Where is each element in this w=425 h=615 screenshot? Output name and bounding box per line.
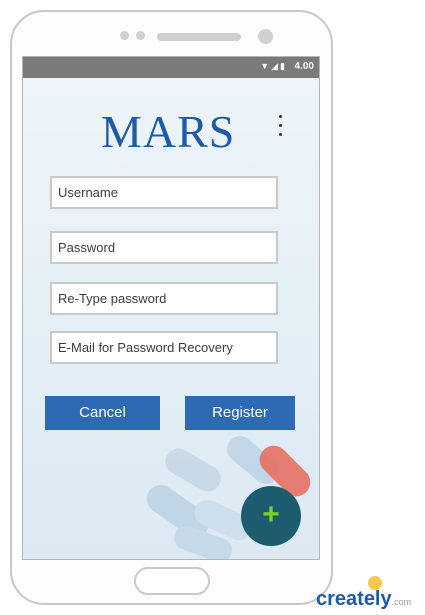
watermark-brand: creately xyxy=(316,588,392,610)
earpiece-speaker xyxy=(157,33,241,41)
front-camera-icon xyxy=(120,31,129,40)
app-screen: ▼◢▮ 4.00 MARS Cancel Register xyxy=(22,56,320,560)
add-fab-button[interactable]: + xyxy=(241,486,301,546)
creately-watermark: creately.com xyxy=(316,588,411,611)
proximity-sensor-icon xyxy=(136,31,145,40)
retype-password-input[interactable] xyxy=(50,282,278,315)
overflow-menu-icon[interactable] xyxy=(275,115,285,145)
status-bar: ▼◢▮ 4.00 xyxy=(23,57,319,78)
watermark-suffix: .com xyxy=(391,597,412,607)
status-icons: ▼◢▮ xyxy=(260,61,287,71)
password-input[interactable] xyxy=(50,231,278,264)
plus-icon: + xyxy=(262,498,280,531)
username-input[interactable] xyxy=(50,176,278,209)
status-time: 4.00 xyxy=(294,61,314,72)
home-button[interactable] xyxy=(134,567,210,595)
register-button[interactable]: Register xyxy=(185,396,295,430)
app-title: MARS xyxy=(101,106,236,157)
front-sensor-icon xyxy=(258,29,273,44)
recovery-email-input[interactable] xyxy=(50,331,278,364)
cancel-button[interactable]: Cancel xyxy=(45,396,160,430)
